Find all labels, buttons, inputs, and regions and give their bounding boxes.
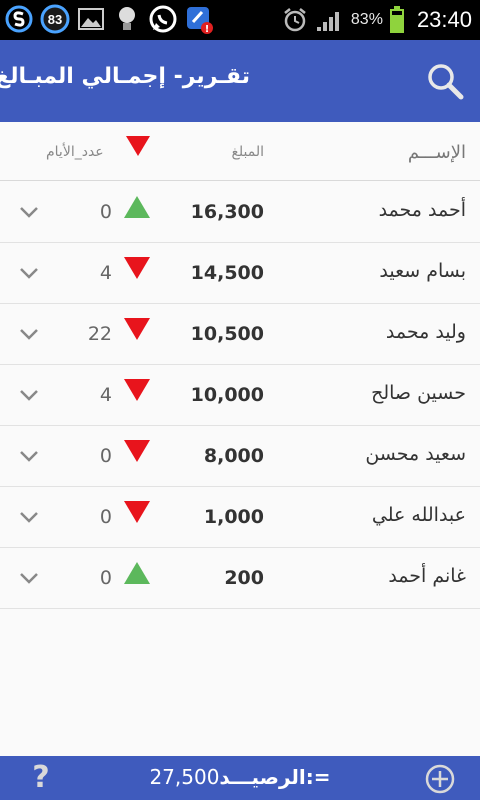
chevron-down-icon[interactable] (18, 204, 40, 220)
balance-summary: 27,500الرصيـــد:= (0, 765, 480, 789)
column-days[interactable]: عدد_الأيام (46, 144, 104, 160)
row-name: سعيد محسن (365, 443, 466, 465)
row-amount: 200 (224, 567, 264, 589)
gallery-icon (76, 4, 106, 34)
table-row[interactable]: أحمد محمد 16,300 0 (0, 182, 480, 243)
row-amount: 14,500 (190, 262, 264, 284)
triangle-down-icon (124, 257, 150, 279)
signal-icon (316, 12, 339, 31)
triangle-down-icon (124, 440, 150, 462)
row-name: غانم أحمد (388, 565, 466, 587)
row-days: 22 (87, 323, 112, 345)
sync-app-icon (4, 4, 34, 34)
chevron-down-icon[interactable] (18, 265, 40, 281)
whatsapp-icon (148, 4, 178, 34)
notification-icons: 83 ! (4, 4, 214, 34)
app-alert-icon: ! (184, 4, 214, 34)
chevron-down-icon[interactable] (18, 509, 40, 525)
battery-icon (389, 6, 404, 33)
status-bar: 83 ! 83% 23:40 (0, 0, 480, 40)
chevron-down-icon[interactable] (18, 448, 40, 464)
svg-text:!: ! (205, 24, 210, 34)
system-status: 83% 23:40 (281, 4, 472, 36)
alarm-icon (284, 8, 306, 32)
row-days: 0 (99, 445, 112, 467)
table-row[interactable]: وليد محمد 10,500 22 (0, 304, 480, 365)
page-title: تقـرير- إجمـالي المبـالغ (0, 64, 250, 89)
triangle-down-icon (124, 318, 150, 340)
row-days: 0 (99, 506, 112, 528)
column-name[interactable]: الإســـم (408, 142, 466, 163)
bottom-bar: ? 27,500الرصيـــد:= (0, 756, 480, 800)
counter-badge-icon: 83 (40, 4, 70, 34)
row-name: أحمد محمد (378, 199, 466, 221)
table-row[interactable]: حسين صالح 10,000 4 (0, 365, 480, 426)
search-button[interactable] (424, 60, 466, 102)
search-icon (428, 64, 464, 100)
row-days: 0 (99, 201, 112, 223)
lightbulb-icon (112, 4, 142, 34)
add-button[interactable] (424, 763, 456, 795)
table-row[interactable]: سعيد محسن 8,000 0 (0, 426, 480, 487)
clock: 23:40 (416, 7, 472, 32)
row-amount: 16,300 (190, 201, 264, 223)
triangle-down-icon (124, 379, 150, 401)
table-row[interactable]: غانم أحمد 200 0 (0, 548, 480, 609)
triangle-down-icon (124, 501, 150, 523)
row-name: وليد محمد (385, 321, 466, 343)
add-circle-icon (425, 764, 455, 794)
column-amount[interactable]: المبلغ (231, 144, 264, 160)
balance-label: الرصيـــد:= (219, 765, 331, 789)
amounts-list: أحمد محمد 16,300 0 بسام سعيد 14,500 4 وليد محم… (0, 182, 480, 609)
column-header: الإســـم المبلغ عدد_الأيام (0, 122, 480, 181)
table-row[interactable]: بسام سعيد 14,500 4 (0, 243, 480, 304)
sort-desc-icon[interactable] (124, 134, 152, 158)
row-amount: 8,000 (203, 445, 264, 467)
row-name: عبدالله علي (371, 504, 466, 526)
triangle-up-icon (124, 196, 150, 218)
row-days: 4 (99, 262, 112, 284)
triangle-up-icon (124, 562, 150, 584)
chevron-down-icon[interactable] (18, 570, 40, 586)
row-amount: 10,500 (190, 323, 264, 345)
row-name: حسين صالح (371, 382, 466, 404)
chevron-down-icon[interactable] (18, 326, 40, 342)
balance-value: 27,500 (149, 765, 220, 789)
battery-percent: 83% (350, 11, 383, 28)
row-days: 0 (99, 567, 112, 589)
row-days: 4 (99, 384, 112, 406)
row-name: بسام سعيد (379, 260, 466, 282)
chevron-down-icon[interactable] (18, 387, 40, 403)
notification-badge-count: 83 (48, 12, 62, 27)
row-amount: 1,000 (203, 506, 264, 528)
app-bar: تقـرير- إجمـالي المبـالغ (0, 40, 480, 122)
row-amount: 10,000 (190, 384, 264, 406)
table-row[interactable]: عبدالله علي 1,000 0 (0, 487, 480, 548)
